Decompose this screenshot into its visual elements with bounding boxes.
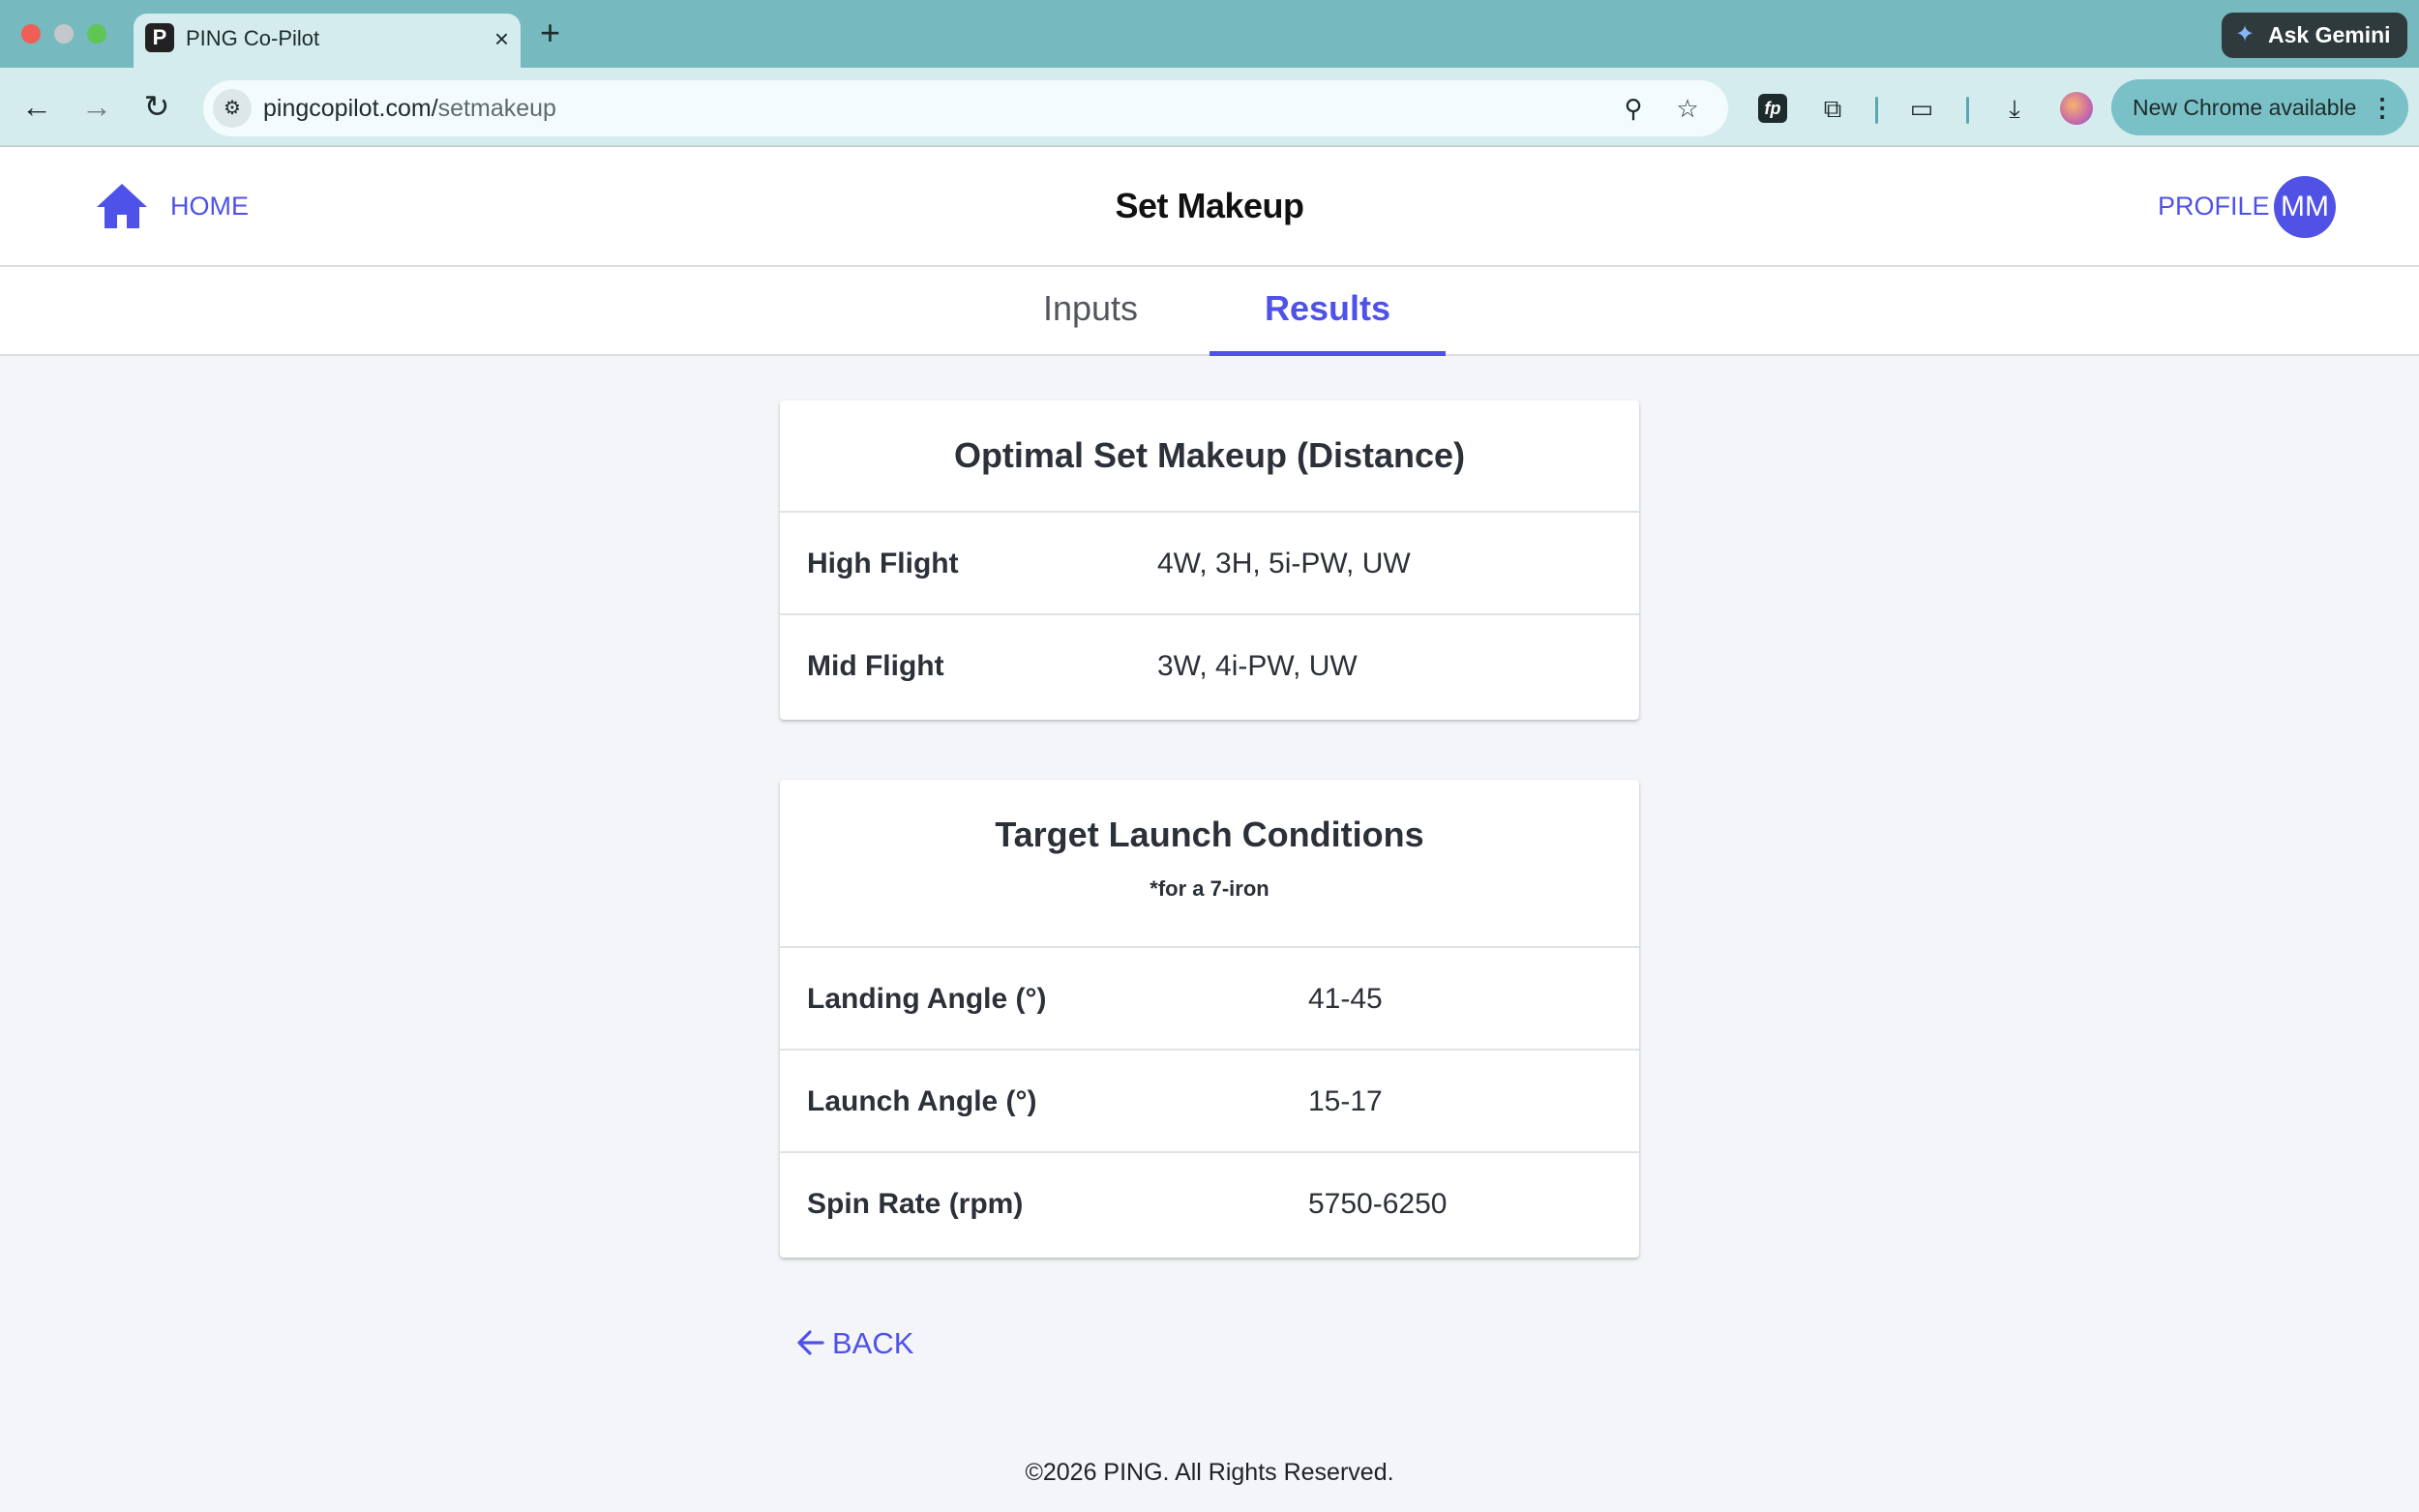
ask-gemini-label: Ask Gemini	[2268, 22, 2391, 47]
extensions-puzzle-icon[interactable]: ⧉	[1813, 89, 1852, 128]
tab-close-icon[interactable]: ×	[494, 21, 509, 56]
row-label: Spin Rate (rpm)	[807, 1188, 1024, 1220]
row-value: 5750-6250	[1308, 1188, 1448, 1220]
tab-inputs[interactable]: Inputs	[1018, 267, 1163, 356]
cast-icon[interactable]: ▭	[1902, 89, 1941, 128]
tab-results[interactable]: Results	[1210, 267, 1446, 356]
window-close-button[interactable]	[21, 24, 41, 44]
window-maximize-button[interactable]	[87, 24, 106, 44]
window-minimize-button[interactable]	[54, 24, 74, 44]
table-row: Spin Rate (rpm) 5750-6250	[780, 1153, 1639, 1256]
avatar[interactable]: MM	[2274, 176, 2336, 238]
url-host: pingcopilot.com/	[263, 95, 438, 122]
forward-icon[interactable]: →	[75, 85, 118, 128]
set-makeup-card: Optimal Set Makeup (Distance) High Fligh…	[780, 400, 1639, 720]
extension-fp-icon[interactable]: fp	[1753, 89, 1792, 128]
ask-gemini-button[interactable]: ✦ Ask Gemini	[2222, 13, 2407, 58]
row-label: Launch Angle (°)	[807, 1085, 1037, 1117]
footer-copyright: ©2026 PING. All Rights Reserved.	[1025, 1459, 1394, 1486]
arrow-left-icon	[797, 1330, 824, 1355]
url-path: setmakeup	[437, 95, 556, 122]
profile-avatar-icon[interactable]	[2057, 89, 2096, 128]
row-value: 15-17	[1308, 1085, 1383, 1117]
url-text[interactable]: pingcopilot.com/setmakeup	[263, 92, 556, 125]
browser-toolbar: ← → ↻ ⚙ pingcopilot.com/setmakeup ⚲ ☆ fp…	[0, 68, 2419, 147]
card-subtitle: *for a 7-iron	[1150, 876, 1269, 901]
row-value: 3W, 4i-PW, UW	[1157, 650, 1358, 682]
profile-label: PROFILE	[2158, 192, 2270, 221]
browser-tab-title: PING Co-Pilot	[186, 26, 320, 50]
row-label: Mid Flight	[807, 650, 944, 682]
back-button[interactable]: BACK	[795, 1323, 914, 1364]
row-label: High Flight	[807, 548, 959, 579]
tab-strip: Inputs Results	[0, 267, 2419, 356]
row-value: 41-45	[1308, 983, 1383, 1015]
card-title: Target Launch Conditions	[995, 815, 1424, 854]
page-title: Set Makeup	[1115, 186, 1304, 225]
new-tab-button[interactable]: +	[540, 14, 560, 52]
back-icon[interactable]: ←	[15, 85, 58, 128]
row-label: Landing Angle (°)	[807, 983, 1047, 1015]
chrome-update-label: New Chrome available	[2133, 95, 2357, 120]
table-row: Launch Angle (°) 15-17	[780, 1051, 1639, 1153]
download-icon[interactable]: ⤓	[1995, 89, 2034, 128]
browser-tab[interactable]: P PING Co-Pilot ×	[134, 14, 521, 68]
ping-favicon-icon: P	[145, 23, 174, 52]
table-row: High Flight 4W, 3H, 5i-PW, UW	[780, 513, 1639, 615]
profile-link[interactable]: PROFILE MM	[2156, 176, 2336, 238]
launch-conditions-card: Target Launch Conditions *for a 7-iron L…	[780, 780, 1639, 1258]
browser-tab-bar: P PING Co-Pilot × + ✦ Ask Gemini	[0, 0, 2419, 68]
table-row: Mid Flight 3W, 4i-PW, UW	[780, 615, 1639, 718]
toolbar-divider	[1966, 97, 1969, 124]
card-header: Optimal Set Makeup (Distance)	[780, 400, 1639, 513]
new-chrome-available-button[interactable]: New Chrome available ⋮	[2111, 79, 2408, 135]
app-header: HOME Set Makeup PROFILE MM	[0, 147, 2419, 267]
row-value: 4W, 3H, 5i-PW, UW	[1157, 548, 1411, 579]
site-info-icon[interactable]: ⚙	[213, 89, 252, 128]
card-title: Optimal Set Makeup (Distance)	[953, 435, 1466, 475]
back-label: BACK	[832, 1326, 914, 1360]
table-row: Landing Angle (°) 41-45	[780, 948, 1639, 1051]
gemini-sparkle-icon: ✦	[2235, 21, 2255, 47]
bookmark-star-icon[interactable]: ☆	[1668, 90, 1707, 127]
chrome-menu-icon[interactable]: ⋮	[2370, 91, 2395, 124]
reload-icon[interactable]: ↻	[135, 85, 178, 128]
toolbar-divider	[1875, 97, 1878, 124]
address-bar[interactable]: ⚙ pingcopilot.com/setmakeup ⚲ ☆	[203, 80, 1728, 136]
card-header: Target Launch Conditions *for a 7-iron	[780, 780, 1639, 948]
zoom-icon[interactable]: ⚲	[1614, 90, 1653, 127]
